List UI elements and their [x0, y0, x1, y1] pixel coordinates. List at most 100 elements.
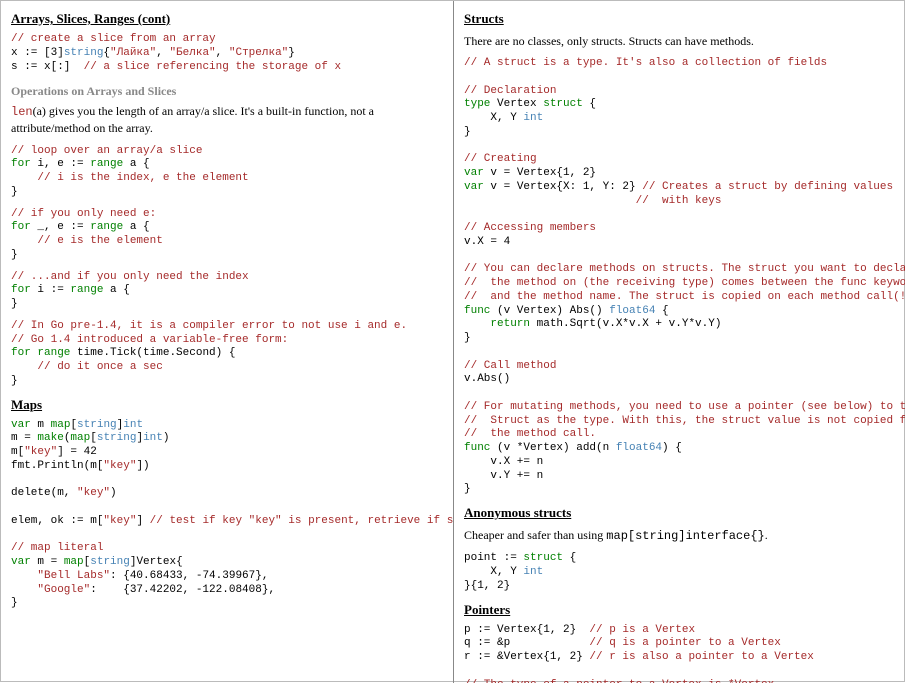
keyword: for — [11, 221, 31, 233]
keyword: var — [11, 556, 31, 568]
comment: // loop over an array/a slice — [11, 145, 202, 157]
comment: // test if key "key" is present, retriev… — [150, 515, 453, 527]
heading-anon-structs: Anonymous structs — [464, 505, 896, 521]
code-text: ]Vertex{ — [130, 556, 183, 568]
code-text: ] — [136, 515, 149, 527]
code-text: } — [11, 186, 18, 198]
ops-paragraph: len(a) gives you the length of an array/… — [11, 103, 443, 136]
anon-text-c: . — [765, 528, 768, 542]
code-structs: // A struct is a type. It's also a colle… — [464, 57, 896, 497]
structs-paragraph: There are no classes, only structs. Stru… — [464, 33, 896, 49]
keyword: for range — [11, 347, 70, 359]
comment: // the method on (the receiving type) co… — [464, 277, 905, 289]
comment: // the method call. — [464, 428, 596, 440]
code-maps: var m map[string]int m = make(map[string… — [11, 419, 443, 612]
comment: // Struct as the type. With this, the st… — [464, 415, 905, 427]
comment: // For mutating methods, you need to use… — [464, 401, 905, 413]
comment: // if you only need e: — [11, 208, 156, 220]
string: "key" — [24, 446, 57, 458]
keyword: range — [70, 284, 103, 296]
comment: // Go 1.4 introduced a variable-free for… — [11, 334, 288, 346]
code-text: _, e := — [31, 221, 90, 233]
code-array-slice: // create a slice from an array x := [3]… — [11, 33, 443, 74]
comment: // Creates a struct by defining values — [642, 181, 893, 193]
code-loop-2: // if you only need e: for _, e := range… — [11, 208, 443, 263]
type: int — [123, 419, 143, 431]
keyword: range — [90, 221, 123, 233]
comment: // The type of a pointer to a Vertex is … — [464, 679, 774, 683]
code-anon-struct: point := struct { X, Y int }{1, 2} — [464, 552, 896, 593]
heading-structs: Structs — [464, 11, 896, 27]
code-text: ] = 42 — [57, 446, 97, 458]
comment: // with keys — [464, 195, 721, 207]
string: "Лайка" — [110, 47, 156, 59]
comment: // p is a Vertex — [589, 624, 695, 636]
keyword: map — [51, 419, 71, 431]
code-text: a { — [103, 284, 129, 296]
keyword: for — [11, 158, 31, 170]
type: string — [64, 47, 104, 59]
keyword: return — [464, 318, 530, 330]
len-func: len — [11, 105, 33, 119]
code-text: X, Y — [464, 566, 523, 578]
keyword: struct — [523, 552, 563, 564]
code-text: ) { — [662, 442, 682, 454]
code-text: { — [563, 552, 576, 564]
heading-maps: Maps — [11, 397, 443, 413]
code-text: } — [464, 483, 471, 495]
code-loop-1: // loop over an array/a slice for i, e :… — [11, 145, 443, 200]
keyword: var — [11, 419, 31, 431]
code-text: v.Abs() — [464, 373, 510, 385]
type: int — [523, 566, 543, 578]
code-text: v = Vertex{1, 2} — [484, 167, 596, 179]
heading-arrays: Arrays, Slices, Ranges (cont) — [11, 11, 443, 27]
code-text: delete(m, — [11, 487, 77, 499]
code-text: math.Sqrt(v.X*v.X + v.Y*v.Y) — [530, 318, 721, 330]
code-text: } — [11, 375, 18, 387]
keyword: var — [464, 181, 484, 193]
code-text: r := &Vertex{1, 2} — [464, 651, 589, 663]
cheatsheet-page: Arrays, Slices, Ranges (cont) // create … — [0, 0, 905, 682]
keyword: struct — [543, 98, 583, 110]
code-text: (v *Vertex) add(n — [490, 442, 615, 454]
code-text: v = Vertex{X: 1, Y: 2} — [484, 181, 642, 193]
type: int — [523, 112, 543, 124]
comment: // do it once a sec — [11, 361, 163, 373]
comment: // q is a pointer to a Vertex — [589, 637, 780, 649]
code-text: q := &p — [464, 637, 589, 649]
code-text: , — [156, 47, 169, 59]
code-text: v.X += n — [464, 456, 543, 468]
code-pointers: p := Vertex{1, 2} // p is a Vertex q := … — [464, 624, 896, 683]
keyword: map — [64, 556, 84, 568]
code-text: time.Tick(time.Second) { — [70, 347, 235, 359]
type: string — [97, 432, 137, 444]
comment: // Creating — [464, 153, 537, 165]
right-column: Structs There are no classes, only struc… — [454, 1, 905, 683]
left-column: Arrays, Slices, Ranges (cont) // create … — [1, 1, 453, 683]
comment: // Declaration — [464, 85, 556, 97]
type: int — [143, 432, 163, 444]
code-text: } — [11, 249, 18, 261]
comment: // r is also a pointer to a Vertex — [589, 651, 813, 663]
comment: // In Go pre-1.4, it is a compiler error… — [11, 320, 407, 332]
comment: // A struct is a type. It's also a colle… — [464, 57, 827, 69]
code-text: } — [11, 597, 18, 609]
string: "Google" — [11, 584, 90, 596]
string: "key" — [77, 487, 110, 499]
code-text: m[ — [11, 446, 24, 458]
code-text: v.X = 4 — [464, 236, 510, 248]
code-text: ]) — [136, 460, 149, 472]
builtin: make — [37, 432, 63, 444]
code-text: a { — [123, 221, 149, 233]
code-text: i, e := — [31, 158, 90, 170]
code-text: m = — [11, 432, 37, 444]
comment: // create a slice from an array — [11, 33, 216, 45]
code-text: i := — [31, 284, 71, 296]
comment: // Accessing members — [464, 222, 596, 234]
keyword: func — [464, 442, 490, 454]
code-loop-3: // ...and if you only need the index for… — [11, 271, 443, 312]
code-text: Vertex — [490, 98, 543, 110]
keyword: func — [464, 305, 490, 317]
type: float64 — [616, 442, 662, 454]
code-text: } — [11, 298, 18, 310]
